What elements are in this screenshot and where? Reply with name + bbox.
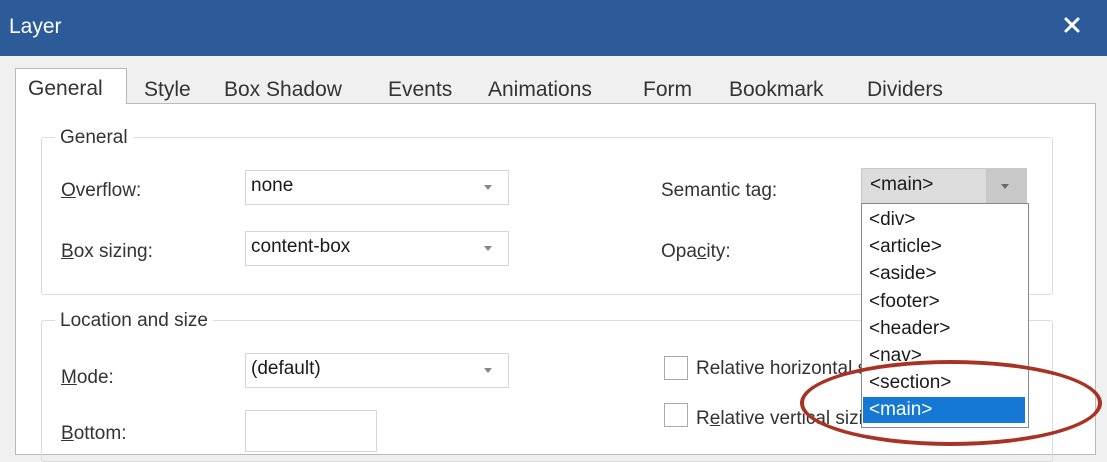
bottom-label: Bottom: — [61, 423, 127, 444]
semantic-tag-label: Semantic tag: — [661, 180, 778, 201]
tab-animations[interactable]: Animations — [488, 70, 592, 103]
tab-label: Form — [643, 78, 692, 101]
tab-style[interactable]: Style — [144, 70, 191, 103]
mode-label: Mode: — [61, 367, 114, 388]
tab-label: Bookmark — [729, 78, 824, 101]
semantic-tag-value: <main> — [870, 174, 934, 195]
option-header[interactable]: <header> — [863, 316, 1025, 342]
tab-form[interactable]: Form — [643, 70, 692, 103]
close-icon — [1064, 17, 1080, 33]
general-legend: General — [55, 127, 133, 149]
chevron-down-icon — [1001, 184, 1009, 189]
option-div[interactable]: <div> — [863, 207, 1025, 233]
tab-bookmark[interactable]: Bookmark — [729, 70, 824, 103]
tab-label: Animations — [488, 78, 592, 101]
tab-label: Box Shadow — [224, 78, 342, 101]
mode-value: (default) — [251, 358, 321, 379]
box-sizing-label: Box sizing: — [61, 241, 153, 262]
relative-vertical-checkbox[interactable] — [664, 403, 688, 427]
tab-label: General — [28, 77, 103, 100]
option-footer[interactable]: <footer> — [863, 289, 1025, 315]
box-sizing-select[interactable]: content-box — [245, 231, 509, 266]
semantic-tag-select[interactable]: <main> — [861, 168, 1027, 204]
chevron-down-icon — [484, 185, 492, 190]
opacity-label: Opacity: — [661, 241, 731, 262]
overflow-value: none — [251, 175, 294, 196]
chevron-down-icon — [484, 368, 492, 373]
location-legend: Location and size — [55, 310, 213, 332]
option-article[interactable]: <article> — [863, 234, 1025, 260]
close-button[interactable] — [1048, 0, 1096, 50]
tab-label: Style — [144, 78, 191, 101]
tab-label: Dividers — [867, 78, 943, 101]
tab-dividers[interactable]: Dividers — [867, 70, 943, 103]
annotation-ellipse — [800, 360, 1102, 446]
overflow-label: Overflow: — [61, 180, 142, 201]
bottom-input[interactable] — [245, 410, 377, 452]
option-aside[interactable]: <aside> — [863, 261, 1025, 287]
tab-events[interactable]: Events — [388, 70, 452, 103]
overflow-select[interactable]: none — [245, 170, 509, 205]
dropdown-button[interactable] — [986, 169, 1026, 203]
tab-label: Events — [388, 78, 453, 101]
box-sizing-value: content-box — [251, 236, 351, 257]
relative-horizontal-checkbox[interactable] — [664, 356, 688, 380]
mode-select[interactable]: (default) — [245, 353, 509, 388]
chevron-down-icon — [484, 246, 492, 251]
window-title: Layer — [9, 15, 62, 38]
tab-box-shadow[interactable]: Box Shadow — [224, 70, 342, 103]
tab-general[interactable]: General — [15, 68, 127, 104]
title-bar: Layer — [0, 0, 1107, 56]
